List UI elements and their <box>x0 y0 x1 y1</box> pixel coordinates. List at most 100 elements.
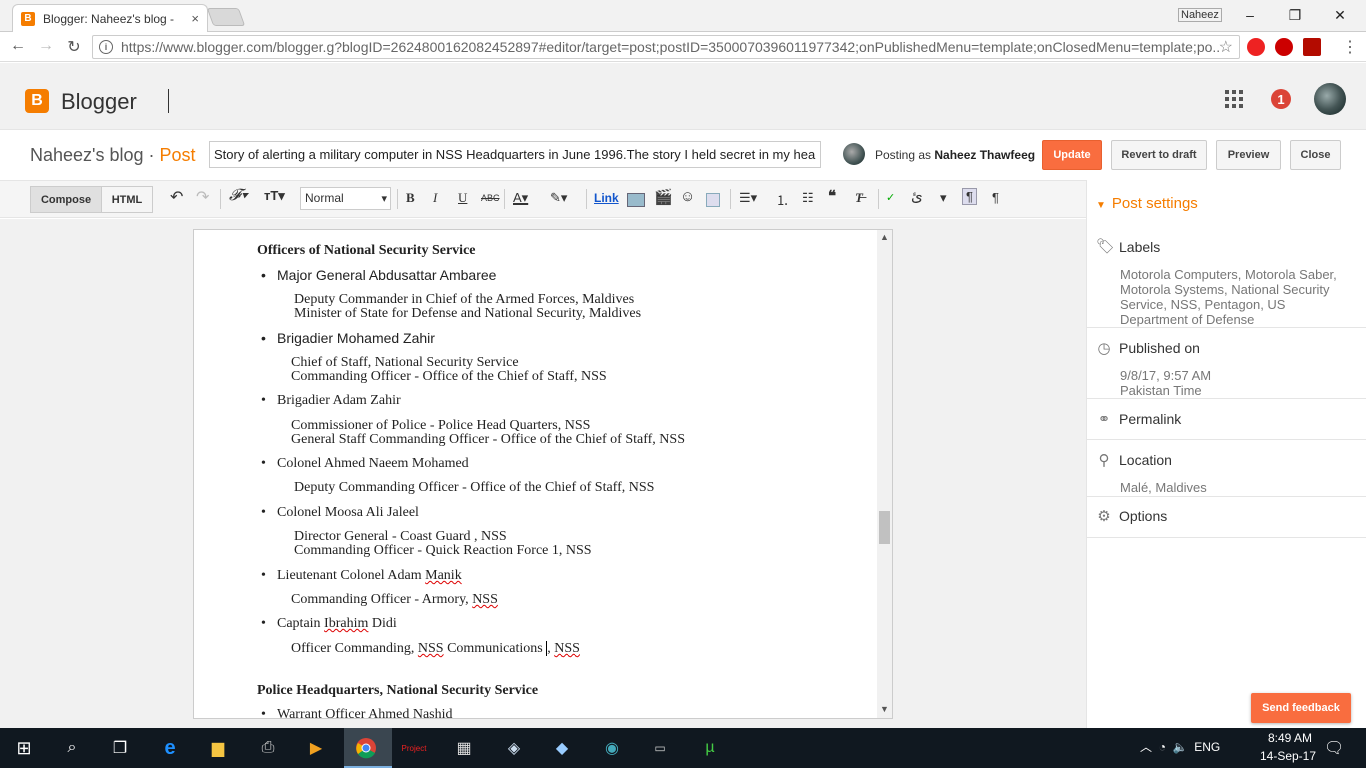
revert-to-draft-button[interactable]: Revert to draft <box>1111 140 1207 170</box>
opera-extension-icon[interactable] <box>1275 38 1293 56</box>
send-feedback-button[interactable]: Send feedback <box>1251 693 1351 723</box>
highlight-color-icon[interactable]: ✎▾ <box>550 190 567 206</box>
format-select[interactable]: Normal <box>300 187 391 210</box>
section-heading: Officers of National Security Service <box>257 243 476 258</box>
underline-icon[interactable]: U <box>458 190 467 206</box>
blog-name[interactable]: Naheez's blog <box>30 145 144 165</box>
new-tab-button[interactable] <box>206 8 246 26</box>
font-family-icon[interactable]: 𝓕▾ <box>229 187 248 205</box>
url-text[interactable]: https://www.blogger.com/blogger.g?blogID… <box>121 39 1219 55</box>
gear-icon: ⚙ <box>1097 508 1111 525</box>
update-button[interactable]: Update <box>1042 140 1102 170</box>
preview-button[interactable]: Preview <box>1216 140 1281 170</box>
edge-icon[interactable]: e <box>158 736 182 760</box>
insert-jump-break-icon[interactable] <box>706 193 720 207</box>
close-button[interactable]: Close <box>1290 140 1341 170</box>
browser-menu-icon[interactable]: ⋮ <box>1340 37 1360 57</box>
insert-emoji-icon[interactable]: ☺ <box>680 188 695 205</box>
app-icon[interactable]: ◈ <box>502 736 526 760</box>
strikethrough-icon[interactable]: ABC <box>481 193 500 203</box>
clock-date[interactable]: 14-Sep-17 <box>1256 749 1320 763</box>
file-explorer-icon[interactable]: ▆ <box>206 736 230 760</box>
terminal-icon[interactable]: ▭ <box>648 736 672 760</box>
extension-icon[interactable] <box>1247 38 1265 56</box>
chrome-icon[interactable] <box>354 736 378 760</box>
app-icon[interactable]: Project <box>402 736 427 760</box>
window-user-badge[interactable]: Naheez <box>1178 8 1222 22</box>
media-player-icon[interactable]: ▶ <box>304 736 328 760</box>
windows-start-icon[interactable]: ⊞ <box>12 736 36 760</box>
input-tools-icon[interactable]: ئ <box>911 187 923 205</box>
bookmark-star-icon[interactable]: ☆ <box>1219 37 1233 57</box>
address-bar[interactable]: i https://www.blogger.com/blogger.g?blog… <box>92 35 1240 59</box>
collapse-arrow-icon[interactable]: ▼ <box>1096 200 1106 211</box>
quote-icon[interactable]: ❝ <box>828 187 836 205</box>
back-button[interactable]: ← <box>8 37 28 55</box>
insert-image-icon[interactable] <box>627 193 645 207</box>
bold-icon[interactable]: B <box>406 190 415 206</box>
wifi-icon[interactable]: ◔ <box>1159 740 1166 754</box>
clock-time[interactable]: 8:49 AM <box>1262 731 1318 745</box>
editor-scrollbar[interactable] <box>877 230 892 718</box>
scroll-down-arrow-icon[interactable]: ▼ <box>880 704 889 714</box>
app-icon[interactable]: ◆ <box>550 736 574 760</box>
link-button[interactable]: Link <box>594 191 619 205</box>
close-window-button[interactable]: ✕ <box>1320 4 1360 26</box>
text-color-icon[interactable]: A▾ <box>513 190 528 206</box>
blogger-wordmark[interactable]: Blogger <box>61 89 137 115</box>
labels-title[interactable]: Labels <box>1119 239 1160 255</box>
post-editor[interactable]: Officers of National Security Service Ma… <box>193 229 893 719</box>
location-title[interactable]: Location <box>1119 452 1172 468</box>
pdf-extension-icon[interactable] <box>1303 38 1321 56</box>
italic-icon[interactable]: I <box>433 190 437 206</box>
options-title[interactable]: Options <box>1119 508 1167 524</box>
compose-mode-button[interactable]: Compose <box>30 186 102 213</box>
forward-button[interactable]: → <box>36 37 56 55</box>
alignment-icon[interactable]: ☰▾ <box>739 190 757 206</box>
network-globe-icon[interactable]: ◉ <box>600 736 624 760</box>
scrollbar-thumb[interactable] <box>879 511 890 544</box>
action-center-icon[interactable]: 🗨 <box>1324 738 1344 758</box>
html-mode-button[interactable]: HTML <box>101 186 153 213</box>
spellcheck-icon[interactable]: ✓ <box>886 191 895 204</box>
chevron-up-icon[interactable]: ︿ <box>1140 740 1152 754</box>
input-tools-dropdown-icon[interactable]: ▾ <box>940 190 947 206</box>
published-title[interactable]: Published on <box>1119 340 1200 356</box>
browser-tab[interactable]: B Blogger: Naheez's blog - × <box>12 4 208 32</box>
bulleted-list-icon[interactable]: ☷ <box>802 190 814 206</box>
ltr-direction-icon[interactable]: ¶ <box>962 188 977 205</box>
system-tray[interactable]: ︿ ◔ 🔈 ENG <box>1140 738 1220 755</box>
scroll-up-arrow-icon[interactable]: ▲ <box>880 232 889 242</box>
posting-as-text: Posting as Naheez Thawfeeg <box>875 148 1036 162</box>
labels-value: Motorola Computers, Motorola Saber, Moto… <box>1120 267 1337 327</box>
maximize-button[interactable]: ❐ <box>1275 4 1315 26</box>
blogger-logo-icon[interactable]: B <box>25 89 49 113</box>
link-icon: ⚭ <box>1097 411 1111 428</box>
notification-badge[interactable]: 1 <box>1271 89 1291 109</box>
undo-icon[interactable]: ↶ <box>170 187 183 207</box>
calculator-icon[interactable]: ▦ <box>452 736 476 760</box>
permalink-title[interactable]: Permalink <box>1119 411 1181 427</box>
reload-button[interactable]: ↻ <box>64 37 84 57</box>
tab-close-icon[interactable]: × <box>191 11 199 26</box>
rtl-direction-icon[interactable]: ¶ <box>992 190 999 205</box>
account-avatar[interactable] <box>1314 83 1346 115</box>
printer-icon[interactable]: ⎙ <box>256 736 280 760</box>
location-pin-icon: ⚲ <box>1098 452 1110 469</box>
apps-grid-icon[interactable] <box>1225 90 1243 108</box>
insert-video-icon[interactable]: 🎬 <box>654 188 673 206</box>
font-size-icon[interactable]: тT▾ <box>264 188 285 204</box>
numbered-list-icon[interactable]: ⒈ <box>776 190 789 209</box>
volume-icon[interactable]: 🔈 <box>1173 740 1188 754</box>
post-title-input[interactable] <box>209 141 821 168</box>
author-name: Naheez Thawfeeg <box>934 148 1036 162</box>
redo-icon[interactable]: ↷ <box>196 187 209 207</box>
language-indicator[interactable]: ENG <box>1194 740 1220 754</box>
utorrent-icon[interactable]: µ <box>698 736 722 760</box>
remove-formatting-icon[interactable]: T̶ <box>855 190 863 206</box>
search-icon[interactable]: ⌕ <box>60 736 84 760</box>
task-view-icon[interactable]: ❐ <box>108 736 132 760</box>
post-settings-title[interactable]: ▼ Post settings <box>1096 195 1198 212</box>
info-icon[interactable]: i <box>99 40 113 54</box>
minimize-button[interactable]: – <box>1230 4 1270 26</box>
